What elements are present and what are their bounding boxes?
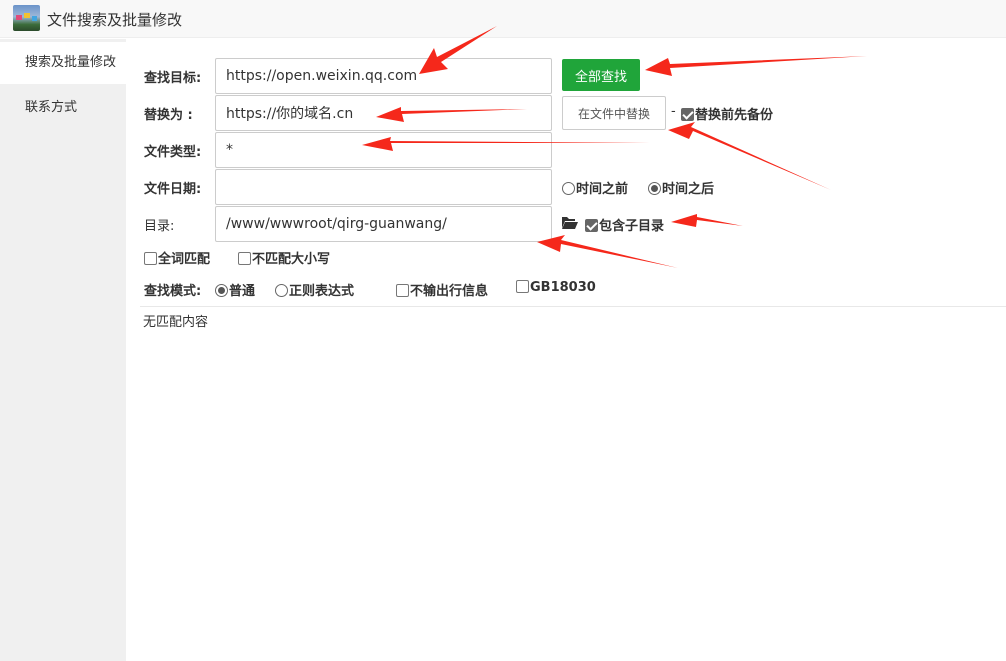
folder-open-icon[interactable] bbox=[561, 215, 579, 230]
title-bar: 文件搜索及批量修改 bbox=[0, 0, 1006, 38]
gb18030-checkbox[interactable]: GB18030 bbox=[516, 280, 596, 295]
no-line-output-check[interactable] bbox=[396, 284, 409, 297]
dash-separator: - bbox=[671, 104, 676, 119]
include-subdirs-check[interactable] bbox=[585, 219, 598, 232]
mode-normal-radio[interactable]: 普通 bbox=[215, 280, 255, 299]
app-thumbnail-icon bbox=[13, 5, 40, 31]
mode-normal-label: 普通 bbox=[229, 284, 256, 299]
whole-word-checkbox[interactable]: 全词匹配 bbox=[144, 248, 210, 267]
backup-first-check[interactable] bbox=[681, 108, 694, 121]
no-line-output-checkbox[interactable]: 不输出行信息 bbox=[396, 280, 488, 299]
date-before-radio-dot[interactable] bbox=[562, 182, 575, 195]
replace-in-files-button[interactable]: 在文件中替换 bbox=[562, 96, 666, 130]
find-all-button[interactable]: 全部查找 bbox=[562, 59, 640, 91]
sidebar-item-contact[interactable]: 联系方式 bbox=[0, 87, 126, 129]
mode-normal-radio-dot[interactable] bbox=[215, 284, 228, 297]
sidebar-item-search-replace[interactable]: 搜索及批量修改 bbox=[0, 42, 126, 84]
date-after-radio-dot[interactable] bbox=[648, 182, 661, 195]
include-subdirs-checkbox[interactable]: 包含子目录 bbox=[585, 215, 664, 234]
date-after-label: 时间之后 bbox=[662, 182, 715, 197]
replace-with-input[interactable] bbox=[215, 95, 552, 131]
replace-with-label: 替换为 : bbox=[144, 108, 193, 123]
window-title: 文件搜索及批量修改 bbox=[47, 11, 183, 29]
sidebar: 搜索及批量修改 联系方式 bbox=[0, 39, 126, 661]
mode-regex-radio-dot[interactable] bbox=[275, 284, 288, 297]
search-target-label: 查找目标: bbox=[144, 71, 202, 86]
search-mode-label: 查找模式: bbox=[144, 284, 202, 299]
whole-word-label: 全词匹配 bbox=[158, 252, 211, 267]
whole-word-check[interactable] bbox=[144, 252, 157, 265]
file-type-input[interactable] bbox=[215, 132, 552, 168]
ignore-case-checkbox[interactable]: 不匹配大小写 bbox=[238, 248, 330, 267]
backup-first-label: 替换前先备份 bbox=[695, 108, 774, 123]
search-target-input[interactable] bbox=[215, 58, 552, 94]
include-subdirs-label: 包含子目录 bbox=[599, 219, 665, 234]
date-before-radio[interactable]: 时间之前 bbox=[562, 178, 628, 197]
ignore-case-label: 不匹配大小写 bbox=[252, 252, 331, 267]
mode-regex-radio[interactable]: 正则表达式 bbox=[275, 280, 354, 299]
file-type-label: 文件类型: bbox=[144, 145, 202, 160]
mode-regex-label: 正则表达式 bbox=[289, 284, 355, 299]
gb18030-check[interactable] bbox=[516, 280, 529, 293]
annotation-arrow-icon bbox=[645, 56, 867, 76]
no-line-output-label: 不输出行信息 bbox=[410, 284, 489, 299]
file-date-input[interactable] bbox=[215, 169, 552, 205]
directory-label: 目录: bbox=[144, 219, 175, 234]
directory-input[interactable] bbox=[215, 206, 552, 242]
file-date-label: 文件日期: bbox=[144, 182, 202, 197]
result-message: 无匹配内容 bbox=[143, 315, 209, 330]
backup-first-checkbox[interactable]: 替换前先备份 bbox=[681, 104, 773, 123]
results-divider bbox=[140, 306, 1006, 307]
gb18030-label: GB18030 bbox=[530, 280, 596, 295]
ignore-case-check[interactable] bbox=[238, 252, 251, 265]
annotation-arrow-icon bbox=[537, 235, 678, 268]
annotation-arrow-icon bbox=[671, 214, 743, 227]
date-after-radio[interactable]: 时间之后 bbox=[648, 178, 714, 197]
date-before-label: 时间之前 bbox=[576, 182, 629, 197]
